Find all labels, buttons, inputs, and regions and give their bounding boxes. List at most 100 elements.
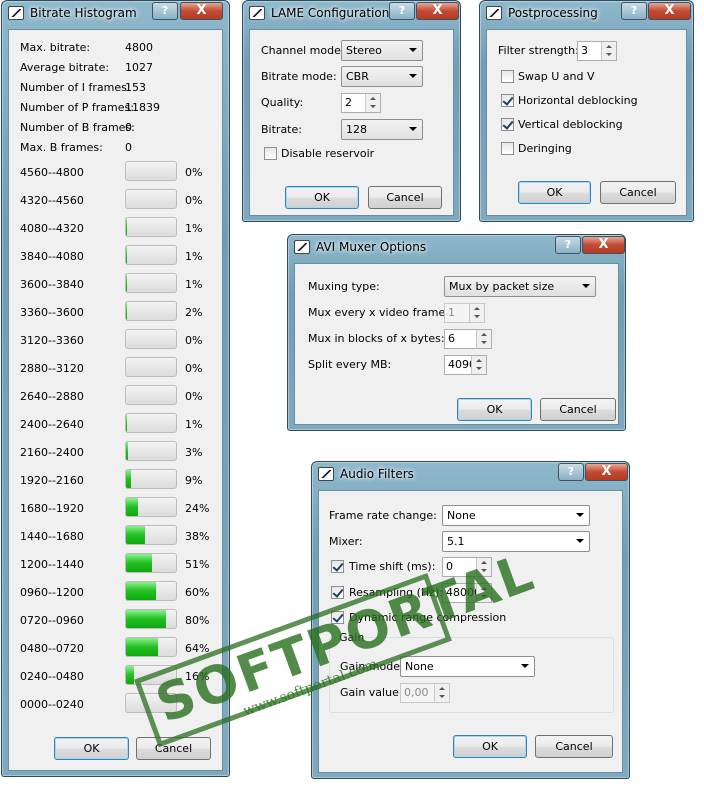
bin-range-label: 0480--0720: [20, 642, 84, 655]
deringing-label[interactable]: Deringing: [518, 142, 572, 155]
window-title: LAME Configuration: [271, 6, 390, 20]
bin-range-label: 4080--4320: [20, 222, 84, 235]
bin-progress-bar: [125, 441, 177, 461]
ok-button[interactable]: OK: [54, 737, 129, 760]
bin-percent: 0%: [185, 362, 203, 375]
bin-percent: 0%: [185, 166, 203, 179]
split-every-stepper[interactable]: 4090: [444, 355, 487, 375]
ok-button[interactable]: OK: [518, 181, 591, 204]
gain-value-label: Gain value:: [340, 686, 403, 699]
spin-arrows-icon[interactable]: [476, 584, 491, 602]
stat-value: 0: [125, 141, 132, 154]
chevron-down-icon: [576, 539, 584, 543]
close-button[interactable]: X: [416, 2, 459, 20]
filter-strength-value: 3: [581, 44, 588, 57]
resampling-stepper[interactable]: 48000: [442, 583, 492, 603]
bitrate-mode-select[interactable]: CBR: [341, 66, 423, 87]
spin-arrows-icon[interactable]: [476, 558, 491, 576]
spin-arrows-icon[interactable]: [601, 42, 616, 60]
resampling-label[interactable]: Resampling (Hz):: [349, 586, 443, 599]
cancel-button[interactable]: Cancel: [535, 735, 613, 758]
help-button[interactable]: ?: [555, 236, 581, 254]
drc-label[interactable]: Dynamic range compression: [349, 611, 506, 624]
bin-progress-bar: [125, 301, 177, 321]
window-title: Audio Filters: [340, 467, 414, 481]
spin-arrows-icon[interactable]: [365, 94, 380, 112]
swap-uv-label[interactable]: Swap U and V: [518, 70, 594, 83]
spin-arrows-icon[interactable]: [471, 356, 486, 374]
bin-range-label: 0720--0960: [20, 614, 84, 627]
mixer-label: Mixer:: [329, 535, 363, 548]
mixer-select[interactable]: 5.1: [442, 531, 590, 552]
horizontal-deblocking-label[interactable]: Horizontal deblocking: [518, 94, 638, 107]
stat-label: Max. bitrate:: [20, 41, 91, 54]
cancel-button[interactable]: Cancel: [600, 181, 676, 204]
bin-percent: 16%: [185, 670, 210, 683]
time-shift-label[interactable]: Time shift (ms):: [349, 560, 435, 573]
help-button[interactable]: ?: [621, 2, 647, 20]
stat-value: 4800: [125, 41, 153, 54]
close-button[interactable]: X: [180, 2, 223, 20]
vertical-deblocking-label[interactable]: Vertical deblocking: [518, 118, 623, 131]
chevron-down-icon: [582, 284, 590, 288]
bin-progress-bar: [125, 469, 177, 489]
app-icon: [294, 240, 310, 254]
ok-button[interactable]: OK: [453, 735, 527, 758]
chevron-down-icon: [521, 664, 529, 668]
help-button[interactable]: ?: [558, 463, 584, 481]
disable-reservoir-checkbox[interactable]: [264, 147, 277, 160]
help-button[interactable]: ?: [152, 2, 178, 20]
close-button[interactable]: X: [585, 463, 628, 481]
bin-progress-bar: [125, 553, 177, 573]
bin-progress-fill: [126, 274, 127, 292]
bin-percent: 0%: [185, 390, 203, 403]
postprocessing-window: Postprocessing ? X Filter strength: 3 Sw…: [479, 0, 694, 222]
bin-progress-fill: [126, 582, 156, 600]
ok-button[interactable]: OK: [285, 186, 359, 209]
frame-rate-value: None: [447, 509, 476, 522]
deringing-checkbox[interactable]: [501, 142, 514, 155]
avi-client: Muxing type: Mux by packet size Mux ever…: [294, 263, 619, 425]
close-button[interactable]: X: [582, 236, 625, 254]
quality-stepper[interactable]: 2: [341, 93, 381, 113]
bin-percent: 9%: [185, 474, 203, 487]
resampling-checkbox[interactable]: [331, 586, 344, 599]
bin-progress-fill: [126, 554, 152, 572]
disable-reservoir-label[interactable]: Disable reservoir: [281, 147, 374, 160]
spin-arrows-icon: [469, 304, 484, 322]
histogram-client: Max. bitrate: 4800 Average bitrate: 1027 Num…: [8, 29, 223, 771]
gain-mode-select[interactable]: None: [400, 656, 535, 677]
bitrate-select[interactable]: 128: [341, 119, 423, 140]
cancel-button[interactable]: Cancel: [136, 737, 211, 760]
window-title: AVI Muxer Options: [316, 240, 427, 254]
close-button[interactable]: X: [648, 2, 691, 20]
help-button[interactable]: ?: [389, 2, 415, 20]
cancel-button[interactable]: Cancel: [368, 186, 442, 209]
spin-arrows-icon[interactable]: [476, 330, 491, 348]
vertical-deblocking-checkbox[interactable]: [501, 118, 514, 131]
muxing-type-select[interactable]: Mux by packet size: [444, 276, 596, 297]
ok-button[interactable]: OK: [457, 398, 532, 421]
swap-uv-checkbox[interactable]: [501, 70, 514, 83]
bin-percent: 51%: [185, 558, 210, 571]
bin-percent: 1%: [185, 222, 203, 235]
app-icon: [318, 467, 334, 481]
bin-percent: 24%: [185, 502, 210, 515]
channel-mode-select[interactable]: Stereo: [341, 40, 423, 61]
drc-checkbox[interactable]: [331, 611, 344, 624]
bin-progress-fill: [126, 526, 145, 544]
stat-label: Number of B frames:: [20, 121, 135, 134]
time-shift-value: 0: [446, 560, 453, 573]
filter-strength-stepper[interactable]: 3: [577, 41, 617, 61]
bin-range-label: 1920--2160: [20, 474, 84, 487]
frame-rate-select[interactable]: None: [442, 505, 590, 526]
horizontal-deblocking-checkbox[interactable]: [501, 94, 514, 107]
time-shift-checkbox[interactable]: [331, 560, 344, 573]
bin-range-label: 4320--4560: [20, 194, 84, 207]
time-shift-stepper[interactable]: 0: [442, 557, 492, 577]
title-bar: AVI Muxer Options ? X: [288, 235, 625, 259]
bin-range-label: 1200--1440: [20, 558, 84, 571]
cancel-button[interactable]: Cancel: [540, 398, 616, 421]
mux-blocks-stepper[interactable]: 6: [444, 329, 492, 349]
window-title: Postprocessing: [508, 6, 598, 20]
